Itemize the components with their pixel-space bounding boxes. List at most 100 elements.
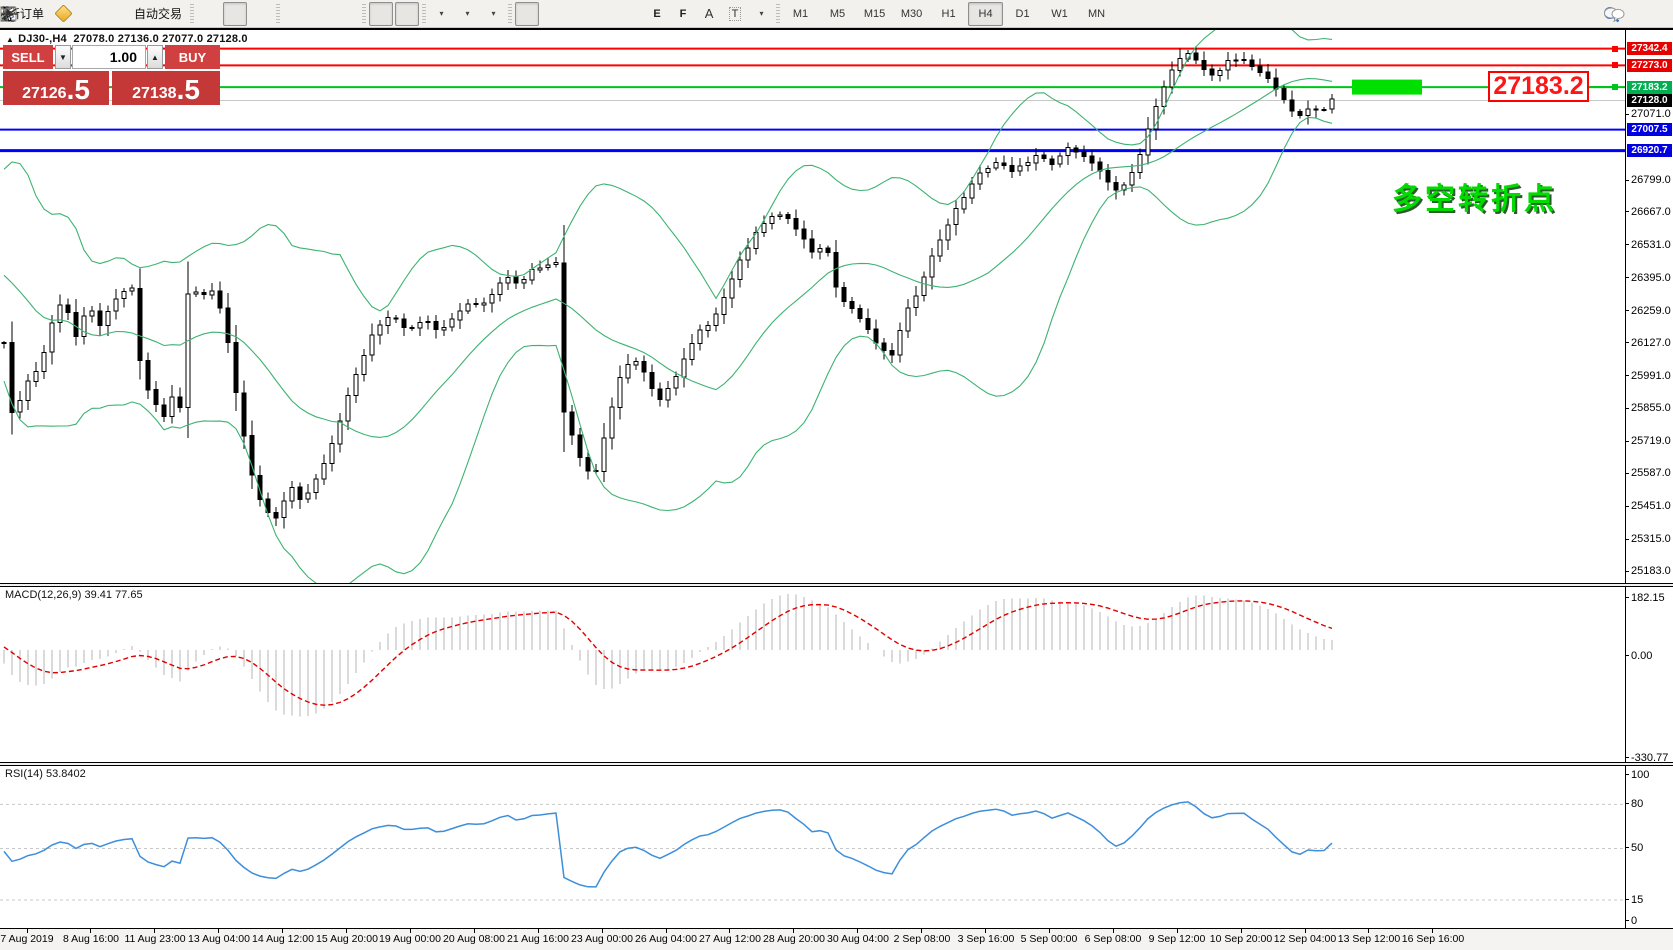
- horizontal-line-tool-button[interactable]: [593, 2, 617, 26]
- chat-bubbles-icon: [1603, 6, 1625, 22]
- fibonacci-tool-button[interactable]: F: [671, 2, 695, 26]
- text-tool-icon: A: [705, 6, 714, 21]
- timeframe-button-m15[interactable]: M15: [857, 2, 892, 26]
- chart-window-button[interactable]: [77, 2, 101, 26]
- rsi-axis-tick: [1625, 847, 1629, 848]
- brush-icon: [54, 4, 72, 22]
- price-axis-label: 25991.0: [1631, 370, 1671, 382]
- fibonacci-letter: F: [680, 8, 687, 20]
- macd-label: MACD(12,26,9) 39.41 77.65: [5, 589, 143, 601]
- price-chart-canvas[interactable]: [0, 30, 1625, 583]
- sell-price-display[interactable]: 27126.5: [3, 71, 109, 105]
- rsi-axis-label: 0: [1631, 915, 1637, 927]
- price-axis-tick: [1625, 180, 1629, 181]
- brush-button[interactable]: [51, 2, 75, 26]
- price-axis-tick: [1625, 441, 1629, 442]
- chart-annotation-text[interactable]: 多空转折点: [1392, 174, 1557, 218]
- toolbar-grip: [190, 4, 194, 24]
- macd-axis-tick: [1625, 757, 1629, 758]
- timeframe-button-m5[interactable]: M5: [820, 2, 855, 26]
- crosshair-tool-button[interactable]: [541, 2, 565, 26]
- auto-scroll-button[interactable]: [369, 2, 393, 26]
- rsi-axis-label: 15: [1631, 894, 1643, 906]
- channel-tool-button[interactable]: E: [645, 2, 669, 26]
- period-dropdown-button[interactable]: ▾: [455, 2, 479, 26]
- lot-size-input[interactable]: 1.00: [72, 45, 146, 69]
- price-callout-label[interactable]: 27183.2: [1488, 71, 1589, 102]
- price-axis-label: 25315.0: [1631, 533, 1671, 545]
- price-axis-tick: [1625, 342, 1629, 343]
- toolbar-grip: [362, 4, 366, 24]
- toolbar-grip: [776, 4, 780, 24]
- price-axis-label: 26395.0: [1631, 272, 1671, 284]
- cursor-tool-button[interactable]: [515, 2, 539, 26]
- timeframe-button-mn[interactable]: MN: [1079, 2, 1114, 26]
- rsi-axis-tick: [1625, 899, 1629, 900]
- timeframe-button-h1[interactable]: H1: [931, 2, 966, 26]
- toolbar-grip: [276, 4, 280, 24]
- price-axis-tick: [1625, 211, 1629, 212]
- rsi-axis-label: 100: [1631, 769, 1649, 781]
- line-chart-button[interactable]: [249, 2, 273, 26]
- price-level-badge: 27183.2: [1627, 81, 1672, 94]
- rsi-axis-tick: [1625, 920, 1629, 921]
- buy-price-display[interactable]: 27138.5: [112, 71, 220, 105]
- buy-price-frac: .5: [177, 78, 200, 102]
- price-axis-label: 27071.0: [1631, 108, 1671, 120]
- level-connector-square: [1612, 62, 1618, 68]
- time-axis-label: 16 Sep 16:00: [1387, 933, 1479, 945]
- label-tool-icon: T: [729, 7, 742, 21]
- buy-button[interactable]: BUY: [165, 45, 220, 69]
- tile-windows-button[interactable]: [335, 2, 359, 26]
- collapse-trade-panel-icon[interactable]: ▲: [6, 35, 14, 44]
- label-tool-button[interactable]: T: [723, 2, 747, 26]
- chart-shift-button[interactable]: [395, 2, 419, 26]
- channel-letter: E: [653, 8, 660, 20]
- main-toolbar: 新订单 自动交易: [0, 0, 1673, 28]
- price-level-badge: 26920.7: [1627, 144, 1672, 157]
- arrows-tool-button[interactable]: ▾: [749, 2, 773, 26]
- sell-button[interactable]: SELL: [3, 45, 53, 69]
- autotrading-button[interactable]: 自动交易: [129, 2, 187, 26]
- timeframe-button-m1[interactable]: M1: [783, 2, 818, 26]
- price-axis-tick: [1625, 375, 1629, 376]
- toolbar-grip: [508, 4, 512, 24]
- macd-canvas: [0, 587, 1625, 762]
- sell-price-frac: .5: [67, 78, 90, 102]
- dropdown-arrow-icon: ▾: [440, 9, 444, 18]
- macd-axis-tick: [1625, 597, 1629, 598]
- price-axis-label: 25587.0: [1631, 467, 1671, 479]
- indicators-button[interactable]: ▾: [429, 2, 453, 26]
- zoom-in-button[interactable]: [283, 2, 307, 26]
- price-level-badge: 27342.4: [1627, 42, 1672, 55]
- dropdown-arrow-icon: ▾: [492, 9, 496, 18]
- timeframe-button-h4[interactable]: H4: [968, 2, 1003, 26]
- price-axis-label: 26127.0: [1631, 337, 1671, 349]
- lot-increase-button[interactable]: ▲: [147, 45, 163, 69]
- vertical-line-tool-button[interactable]: [567, 2, 591, 26]
- template-button[interactable]: ▾: [481, 2, 505, 26]
- price-level-badge: 27007.5: [1627, 123, 1672, 136]
- text-tool-button[interactable]: A: [697, 2, 721, 26]
- timeframe-button-d1[interactable]: D1: [1005, 2, 1040, 26]
- trendline-tool-button[interactable]: [619, 2, 643, 26]
- rsi-axis-tick: [1625, 803, 1629, 804]
- zoom-out-button[interactable]: [309, 2, 333, 26]
- symbol-period-label: DJ30-,H4: [18, 33, 67, 45]
- rsi-label: RSI(14) 53.8402: [5, 768, 86, 780]
- timeframe-button-w1[interactable]: W1: [1042, 2, 1077, 26]
- price-axis-label: 26531.0: [1631, 239, 1671, 251]
- candlestick-chart-button[interactable]: [223, 2, 247, 26]
- price-axis-label: 25719.0: [1631, 435, 1671, 447]
- lot-decrease-button[interactable]: ▼: [55, 45, 71, 69]
- signal-button[interactable]: [103, 2, 127, 26]
- callout-connector-line: [1589, 86, 1615, 88]
- price-axis-label: 25855.0: [1631, 402, 1671, 414]
- community-chat-button[interactable]: [1638, 2, 1662, 26]
- macd-axis-tick: [1625, 655, 1629, 656]
- price-axis-label: 25451.0: [1631, 500, 1671, 512]
- timeframe-button-m30[interactable]: M30: [894, 2, 929, 26]
- price-axis-label: 26799.0: [1631, 174, 1671, 186]
- macd-axis-label: 0.00: [1631, 650, 1652, 662]
- bar-chart-button[interactable]: [197, 2, 221, 26]
